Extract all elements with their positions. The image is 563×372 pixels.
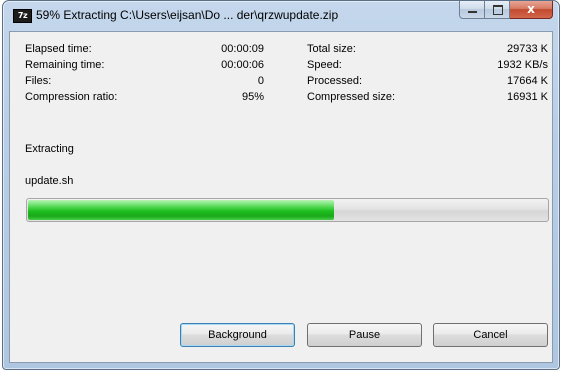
progress-bar <box>26 198 549 222</box>
window-title: 59% Extracting C:\Users\eijsan\Do ... de… <box>36 8 339 22</box>
compressed-size-value: 16931 K <box>507 91 548 103</box>
close-icon: x <box>527 2 535 16</box>
progress-bar-fill <box>28 200 334 220</box>
files-label: Files: <box>25 75 52 87</box>
status-text: Extracting <box>25 143 74 155</box>
pause-button[interactable]: Pause <box>307 323 422 347</box>
maximize-icon <box>493 5 503 15</box>
remaining-time-value: 00:00:06 <box>221 59 264 71</box>
compression-ratio-value: 95% <box>241 91 264 103</box>
minimize-icon <box>468 11 477 13</box>
compressed-size-label: Compressed size: <box>307 91 396 103</box>
processed-value: 17664 K <box>507 75 548 87</box>
speed-value: 1932 KB/s <box>497 59 548 71</box>
maximize-button[interactable] <box>485 1 510 19</box>
files-value: 0 <box>257 75 264 87</box>
speed-label: Speed: <box>307 59 342 71</box>
total-size-label: Total size: <box>307 43 356 55</box>
elapsed-time-value: 00:00:09 <box>221 43 264 55</box>
close-button[interactable]: x <box>510 1 553 19</box>
title-bar[interactable]: 7z 59% Extracting C:\Users\eijsan\Do ...… <box>3 1 559 31</box>
compression-ratio-label: Compression ratio: <box>25 91 118 103</box>
total-size-value: 29733 K <box>507 43 548 55</box>
cancel-button[interactable]: Cancel <box>433 323 548 347</box>
minimize-button[interactable] <box>459 1 485 19</box>
elapsed-time-label: Elapsed time: <box>25 43 92 55</box>
7z-app-icon[interactable]: 7z <box>13 9 32 23</box>
background-button[interactable]: Background <box>180 323 295 347</box>
dialog-client-area: Elapsed time: 00:00:09 Remaining time: 0… <box>9 31 553 363</box>
processed-label: Processed: <box>307 75 363 87</box>
extraction-window: 7z 59% Extracting C:\Users\eijsan\Do ...… <box>2 0 560 370</box>
caption-buttons: x <box>459 1 553 20</box>
remaining-time-label: Remaining time: <box>25 59 105 71</box>
current-file-name: update.sh <box>25 175 74 187</box>
